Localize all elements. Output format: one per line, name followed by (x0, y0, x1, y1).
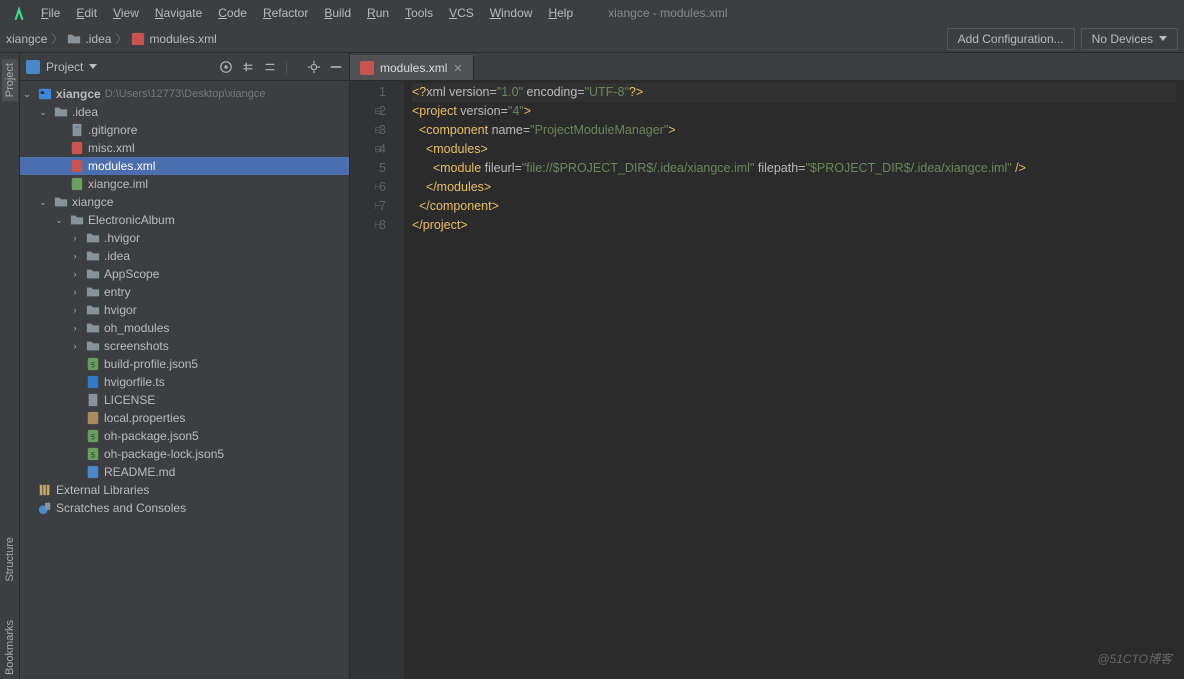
line-gutter: 12⊟3⊟4⊟56⊢7⊢8⊢ (350, 81, 404, 679)
tree-arrow-icon[interactable]: › (68, 233, 82, 243)
menu-bar: FileEditViewNavigateCodeRefactorBuildRun… (34, 3, 580, 23)
tree-item[interactable]: LICENSE (20, 391, 349, 409)
tree-item[interactable]: ›oh_modules (20, 319, 349, 337)
project-panel-header: Project | (20, 53, 349, 81)
editor-tabs: modules.xml ✕ (350, 53, 1184, 81)
select-opened-file-icon[interactable] (219, 60, 233, 74)
side-tab-project[interactable]: Project (2, 59, 18, 101)
project-panel: Project | ⌄xiangceD:\Users\12773\Desktop… (20, 53, 350, 679)
menu-tools[interactable]: Tools (398, 3, 440, 23)
hide-icon[interactable] (329, 60, 343, 74)
tree-item[interactable]: ›entry (20, 283, 349, 301)
side-tab-bookmarks[interactable]: Bookmarks (2, 616, 18, 679)
editor-body[interactable]: 12⊟3⊟4⊟56⊢7⊢8⊢ <?xml version="1.0" encod… (350, 81, 1184, 679)
chevron-down-icon (1159, 36, 1167, 41)
left-tool-strip: Project Structure Bookmarks (0, 53, 20, 679)
menu-edit[interactable]: Edit (69, 3, 104, 23)
editor-tab-label: modules.xml (380, 61, 447, 75)
tree-item[interactable]: ⌄xiangceD:\Users\12773\Desktop\xiangce (20, 85, 349, 103)
chevron-right-icon: 〉 (115, 30, 127, 47)
tree-item[interactable]: 5oh-package-lock.json5 (20, 445, 349, 463)
close-tab-icon[interactable]: ✕ (453, 62, 462, 75)
tree-item[interactable]: ⌄.idea (20, 103, 349, 121)
tree-arrow-icon[interactable]: › (68, 305, 82, 315)
tree-item[interactable]: local.properties (20, 409, 349, 427)
svg-text:5: 5 (91, 363, 95, 370)
menu-file[interactable]: File (34, 3, 67, 23)
menu-build[interactable]: Build (317, 3, 358, 23)
tree-item[interactable]: .gitignore (20, 121, 349, 139)
tree-item[interactable]: ›screenshots (20, 337, 349, 355)
tree-item[interactable]: ›AppScope (20, 265, 349, 283)
tree-item[interactable]: xiangce.iml (20, 175, 349, 193)
tree-arrow-icon[interactable]: ⌄ (36, 107, 50, 118)
devices-dropdown[interactable]: No Devices (1081, 28, 1178, 50)
menu-refactor[interactable]: Refactor (256, 3, 315, 23)
chevron-right-icon: 〉 (51, 30, 63, 47)
code-content[interactable]: <?xml version="1.0" encoding="UTF-8"?><p… (404, 81, 1184, 679)
menu-window[interactable]: Window (483, 3, 540, 23)
tree-item[interactable]: ›hvigor (20, 301, 349, 319)
add-configuration-button[interactable]: Add Configuration... (947, 28, 1075, 50)
tree-arrow-icon[interactable]: › (68, 323, 82, 333)
menu-code[interactable]: Code (211, 3, 254, 23)
xml-file-icon (131, 32, 145, 46)
tree-item[interactable]: README.md (20, 463, 349, 481)
tree-item[interactable]: ›.idea (20, 247, 349, 265)
tree-arrow-icon[interactable]: › (68, 287, 82, 297)
editor-tab[interactable]: modules.xml ✕ (350, 55, 474, 80)
tree-arrow-icon[interactable]: ⌄ (36, 197, 50, 208)
tree-item[interactable]: ›.hvigor (20, 229, 349, 247)
tree-item[interactable]: ⌄ElectronicAlbum (20, 211, 349, 229)
breadcrumb-mid[interactable]: .idea (85, 32, 111, 46)
project-tree[interactable]: ⌄xiangceD:\Users\12773\Desktop\xiangce⌄.… (20, 81, 349, 679)
collapse-all-icon[interactable] (263, 60, 277, 74)
app-logo-icon (10, 4, 28, 22)
tree-arrow-icon[interactable]: ⌄ (20, 89, 34, 100)
gear-icon[interactable] (307, 60, 321, 74)
menu-vcs[interactable]: VCS (442, 3, 481, 23)
breadcrumb-file[interactable]: modules.xml (149, 32, 216, 46)
tree-arrow-icon[interactable]: › (68, 341, 82, 351)
tree-arrow-icon[interactable]: ⌄ (52, 215, 66, 226)
tree-arrow-icon[interactable]: › (68, 269, 82, 279)
tree-arrow-icon[interactable]: › (68, 251, 82, 261)
side-tab-structure[interactable]: Structure (2, 533, 18, 586)
breadcrumb[interactable]: xiangce 〉 .idea 〉 modules.xml (6, 30, 217, 47)
breadcrumb-root[interactable]: xiangce (6, 32, 47, 46)
chevron-down-icon (89, 64, 97, 69)
editor-area: modules.xml ✕ 12⊟3⊟4⊟56⊢7⊢8⊢ <?xml versi… (350, 53, 1184, 679)
menu-help[interactable]: Help (541, 3, 580, 23)
tree-item[interactable]: modules.xml (20, 157, 349, 175)
tree-item[interactable]: ⌄xiangce (20, 193, 349, 211)
project-icon (26, 60, 40, 74)
tree-item[interactable]: hvigorfile.ts (20, 373, 349, 391)
nav-bar: xiangce 〉 .idea 〉 modules.xml Add Config… (0, 25, 1184, 53)
tree-item[interactable]: misc.xml (20, 139, 349, 157)
folder-icon (67, 32, 81, 46)
title-bar: FileEditViewNavigateCodeRefactorBuildRun… (0, 0, 1184, 25)
tree-item[interactable]: Scratches and Consoles (20, 499, 349, 517)
svg-text:5: 5 (91, 435, 95, 442)
expand-all-icon[interactable] (241, 60, 255, 74)
menu-view[interactable]: View (106, 3, 146, 23)
window-title: xiangce - modules.xml (608, 6, 727, 20)
menu-run[interactable]: Run (360, 3, 396, 23)
tree-item[interactable]: 5oh-package.json5 (20, 427, 349, 445)
watermark: @51CTO博客 (1097, 650, 1172, 667)
tree-item[interactable]: External Libraries (20, 481, 349, 499)
svg-text:5: 5 (91, 453, 95, 460)
menu-navigate[interactable]: Navigate (148, 3, 209, 23)
tree-item[interactable]: 5build-profile.json5 (20, 355, 349, 373)
xml-file-icon (360, 61, 374, 75)
project-panel-title[interactable]: Project (26, 60, 97, 74)
